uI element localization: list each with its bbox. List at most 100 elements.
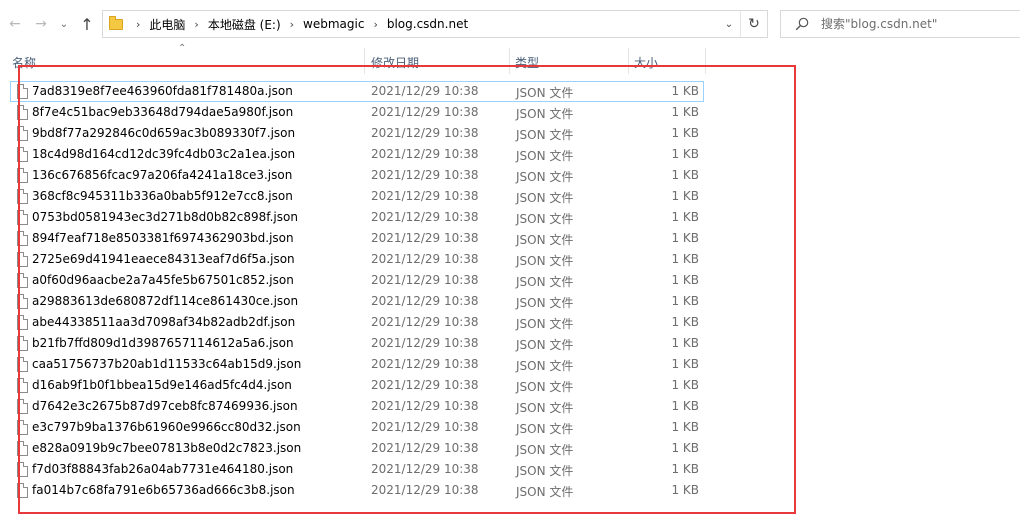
file-size: 1 KB [671,357,699,371]
file-modified-date: 2021/12/29 10:38 [371,231,479,245]
file-row[interactable]: 368cf8c945311b336a0bab5f912e7cc8.json 202… [10,186,704,207]
up-button[interactable]: ↑ [78,14,96,34]
address-bar-controls: ⌄ ↻ [718,11,767,37]
file-modified-date: 2021/12/29 10:38 [371,315,479,329]
file-row[interactable]: b21fb7ffd809d1d3987657114612a5a6.json 202… [10,333,704,354]
breadcrumb-separator[interactable]: › [373,18,377,31]
file-size: 1 KB [671,168,699,182]
file-type: JSON 文件 [516,275,574,289]
file-row[interactable]: 9bd8f77a292846c0d659ac3b089330f7.json 202… [10,123,704,144]
file-icon [17,210,28,225]
file-size: 1 KB [671,105,699,119]
file-icon [17,357,28,372]
breadcrumb-separator[interactable]: › [194,18,198,31]
file-icon [17,399,28,414]
file-icon [17,231,28,246]
file-row[interactable]: 2725e69d41941eaece84313eaf7d6f5a.json 202… [10,249,704,270]
file-row[interactable]: a0f60d96aacbe2a7a45fe5b67501c852.json 202… [10,270,704,291]
file-name: 9bd8f77a292846c0d659ac3b089330f7.json [32,126,296,140]
file-type: JSON 文件 [516,128,574,142]
chevron-down-icon: ⌄ [724,18,734,30]
file-name: 18c4d98d164cd12dc39fc4db03c2a1ea.json [32,147,296,161]
file-name: a0f60d96aacbe2a7a45fe5b67501c852.json [32,273,294,287]
file-row[interactable]: 18c4d98d164cd12dc39fc4db03c2a1ea.json 202… [10,144,704,165]
file-row[interactable]: 894f7eaf718e8503381f6974362903bd.json 202… [10,228,704,249]
file-size: 1 KB [671,336,699,350]
refresh-button[interactable]: ↻ [740,11,767,37]
file-size: 1 KB [671,189,699,203]
file-row[interactable]: abe44338511aa3d7098af34b82adb2df.json 202… [10,312,704,333]
file-modified-date: 2021/12/29 10:38 [371,168,479,182]
file-row[interactable]: a29883613de680872df114ce861430ce.json 202… [10,291,704,312]
breadcrumb-this-pc[interactable]: 此电脑 [149,16,185,33]
file-row[interactable]: 8f7e4c51bac9eb33648d794dae5a980f.json 202… [10,102,704,123]
breadcrumb-local-disk[interactable]: 本地磁盘 (E:) [208,16,281,33]
file-modified-date: 2021/12/29 10:38 [371,210,479,224]
file-row[interactable]: d16ab9f1b0f1bbea15d9e146ad5fc4d4.json 202… [10,375,704,396]
column-divider[interactable] [705,48,706,74]
file-name: fa014b7c68fa791e6b65736ad666c3b8.json [32,483,295,497]
file-modified-date: 2021/12/29 10:38 [371,126,479,140]
file-name: abe44338511aa3d7098af34b82adb2df.json [32,315,296,329]
file-name: caa51756737b20ab1d11533c64ab15d9.json [32,357,302,371]
file-icon [17,462,28,477]
file-modified-date: 2021/12/29 10:38 [371,147,479,161]
file-name: f7d03f88843fab26a04ab7731e464180.json [32,462,294,476]
file-modified-date: 2021/12/29 10:38 [371,189,479,203]
column-divider[interactable] [628,48,629,74]
arrow-right-icon: → [35,16,47,32]
forward-button[interactable]: → [32,15,50,33]
column-header-row: ⌃ 名称 修改日期 类型 大小 [0,43,1020,74]
file-row[interactable]: d7642e3c2675b87d97ceb8fc87469936.json 202… [10,396,704,417]
file-type: JSON 文件 [516,380,574,394]
breadcrumb-separator[interactable]: › [136,18,140,31]
file-name: d16ab9f1b0f1bbea15d9e146ad5fc4d4.json [32,378,292,392]
file-row[interactable]: 136c676856fcac97a206fa4241a18ce3.json 202… [10,165,704,186]
breadcrumb-separator[interactable]: › [290,18,294,31]
file-size: 1 KB [671,399,699,413]
file-row[interactable]: fa014b7c68fa791e6b65736ad666c3b8.json 202… [10,480,704,501]
file-row[interactable]: e828a0919b9c7bee07813b8e0d2c7823.json 202… [10,438,704,459]
file-modified-date: 2021/12/29 10:38 [371,399,479,413]
file-modified-date: 2021/12/29 10:38 [371,336,479,350]
file-row[interactable]: e3c797b9ba1376b61960e9966cc80d32.json 202… [10,417,704,438]
navigation-toolbar: ← → ⌄ ↑ › 此电脑 › 本地磁盘 (E:) › webmagic › b… [0,0,1020,48]
file-row[interactable]: f7d03f88843fab26a04ab7731e464180.json 202… [10,459,704,480]
file-row[interactable]: 7ad8319e8f7ee463960fda81f781480a.json 202… [10,81,704,102]
breadcrumb-webmagic[interactable]: webmagic [303,17,364,31]
file-row[interactable]: caa51756737b20ab1d11533c64ab15d9.json 202… [10,354,704,375]
address-bar[interactable]: › 此电脑 › 本地磁盘 (E:) › webmagic › blog.csdn… [102,10,768,38]
file-type: JSON 文件 [516,359,574,373]
recent-locations-button[interactable]: ⌄ [58,15,70,33]
breadcrumb-current-folder[interactable]: blog.csdn.net [387,17,468,31]
column-header-type[interactable]: 类型 [515,54,539,71]
file-name: 894f7eaf718e8503381f6974362903bd.json [32,231,294,245]
file-icon [17,273,28,288]
file-icon [17,336,28,351]
search-icon [795,17,809,31]
file-type: JSON 文件 [516,443,574,457]
file-name: 2725e69d41941eaece84313eaf7d6f5a.json [32,252,295,266]
arrow-up-icon: ↑ [80,14,94,34]
file-size: 1 KB [671,294,699,308]
file-name: d7642e3c2675b87d97ceb8fc87469936.json [32,399,298,413]
file-icon [17,168,28,183]
column-header-name[interactable]: 名称 [12,54,36,71]
column-header-date[interactable]: 修改日期 [371,54,419,71]
arrow-left-icon: ← [9,16,21,32]
address-dropdown-button[interactable]: ⌄ [718,19,740,30]
column-divider[interactable] [509,48,510,74]
file-modified-date: 2021/12/29 10:38 [371,84,479,98]
search-input[interactable] [821,17,1011,31]
column-divider[interactable] [364,48,365,74]
file-row[interactable]: 0753bd0581943ec3d271b8d0b82c898f.json 202… [10,207,704,228]
file-icon [17,378,28,393]
back-button[interactable]: ← [6,15,24,33]
file-type: JSON 文件 [516,170,574,184]
file-type: JSON 文件 [516,317,574,331]
file-type: JSON 文件 [516,422,574,436]
column-header-size[interactable]: 大小 [634,54,658,71]
file-size: 1 KB [671,462,699,476]
file-icon [17,420,28,435]
search-box[interactable] [780,10,1020,38]
